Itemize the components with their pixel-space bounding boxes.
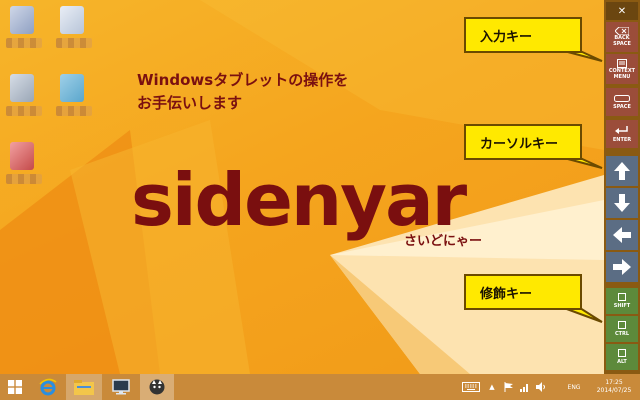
input-language[interactable]: ENG — [562, 374, 586, 400]
shift-button[interactable]: SHIFT — [606, 288, 638, 314]
taskbar-file-explorer[interactable] — [66, 374, 102, 400]
keyboard-icon — [462, 382, 480, 392]
sidenyar-app-icon — [149, 379, 165, 395]
taskbar: ▲ ENG 17:25 2014/07/25 — [0, 374, 640, 400]
space-icon — [614, 94, 630, 102]
file-explorer-icon — [74, 380, 94, 395]
desktop-icon[interactable] — [54, 4, 94, 52]
context-menu-button[interactable]: CONTEXT MENU — [606, 54, 638, 84]
callout-modifier-keys: 修飾キー — [464, 274, 603, 323]
headline-line-2: お手伝いします — [137, 94, 243, 112]
clock[interactable]: 17:25 2014/07/25 — [588, 374, 640, 400]
callout-modifier-keys-label: 修飾キー — [464, 274, 582, 310]
backspace-button[interactable]: BACK SPACE — [606, 22, 638, 52]
desktop-icon[interactable] — [4, 72, 44, 120]
arrow-right-button[interactable] — [606, 252, 638, 282]
callout-cursor-keys: カーソルキー — [464, 124, 603, 169]
enter-button[interactable]: ENTER — [606, 120, 638, 148]
show-hidden-icons-button[interactable]: ▲ — [486, 374, 498, 400]
headline: Windowsタブレットの操作を お手伝いします — [137, 69, 348, 115]
language-label: ENG — [567, 383, 581, 391]
volume-control[interactable] — [534, 374, 548, 400]
ctrl-button[interactable]: CTRL — [606, 316, 638, 342]
alt-button[interactable]: ALT — [606, 344, 638, 370]
space-button[interactable]: SPACE — [606, 88, 638, 116]
clock-time: 17:25 — [605, 379, 623, 386]
arrow-left-icon — [613, 227, 631, 243]
taskbar-sidenyar[interactable] — [140, 374, 174, 400]
action-center[interactable] — [502, 374, 516, 400]
callout-input-keys: 入力キー — [464, 17, 603, 62]
sidenyar-sidebar: ✕ BACK SPACE CONTEXT MENU SPACE ENTER SH… — [604, 0, 640, 374]
checkbox-icon — [618, 349, 626, 357]
volume-icon — [536, 382, 545, 392]
arrow-down-button[interactable] — [606, 188, 638, 218]
desktop: Windowsタブレットの操作を お手伝いします sidenyar さいどにゃー… — [0, 0, 604, 374]
close-button[interactable]: ✕ — [606, 2, 638, 20]
desktop-icon[interactable] — [4, 4, 44, 52]
ie-icon — [39, 378, 57, 396]
callout-cursor-keys-label: カーソルキー — [464, 124, 582, 160]
checkbox-icon — [618, 293, 626, 301]
headline-line-1: Windowsタブレットの操作を — [137, 71, 349, 89]
network-status[interactable] — [518, 374, 532, 400]
arrow-up-button[interactable] — [606, 156, 638, 186]
flag-icon — [504, 382, 513, 392]
arrow-up-icon — [614, 162, 630, 180]
chevron-up-icon: ▲ — [489, 383, 495, 391]
arrow-left-button[interactable] — [606, 220, 638, 250]
checkbox-icon — [618, 321, 626, 329]
network-icon — [520, 384, 528, 392]
windows-start-icon — [8, 380, 22, 394]
desktop-icon[interactable] — [54, 72, 94, 120]
logo-text: sidenyar — [131, 158, 467, 242]
arrow-down-icon — [614, 194, 630, 212]
clock-date: 2014/07/25 — [596, 387, 632, 394]
logo-reading: さいどにゃー — [404, 234, 483, 249]
arrow-right-icon — [613, 259, 631, 275]
menu-icon — [617, 58, 627, 68]
start-button[interactable] — [0, 374, 30, 400]
display-icon — [112, 379, 130, 395]
enter-icon — [615, 125, 628, 134]
taskbar-display[interactable] — [104, 374, 138, 400]
desktop-icon[interactable] — [4, 140, 44, 188]
taskbar-ie[interactable] — [32, 374, 64, 400]
close-icon: ✕ — [617, 5, 627, 17]
touch-keyboard-button[interactable] — [460, 374, 482, 400]
callout-input-keys-label: 入力キー — [464, 17, 582, 53]
backspace-icon — [615, 27, 629, 35]
